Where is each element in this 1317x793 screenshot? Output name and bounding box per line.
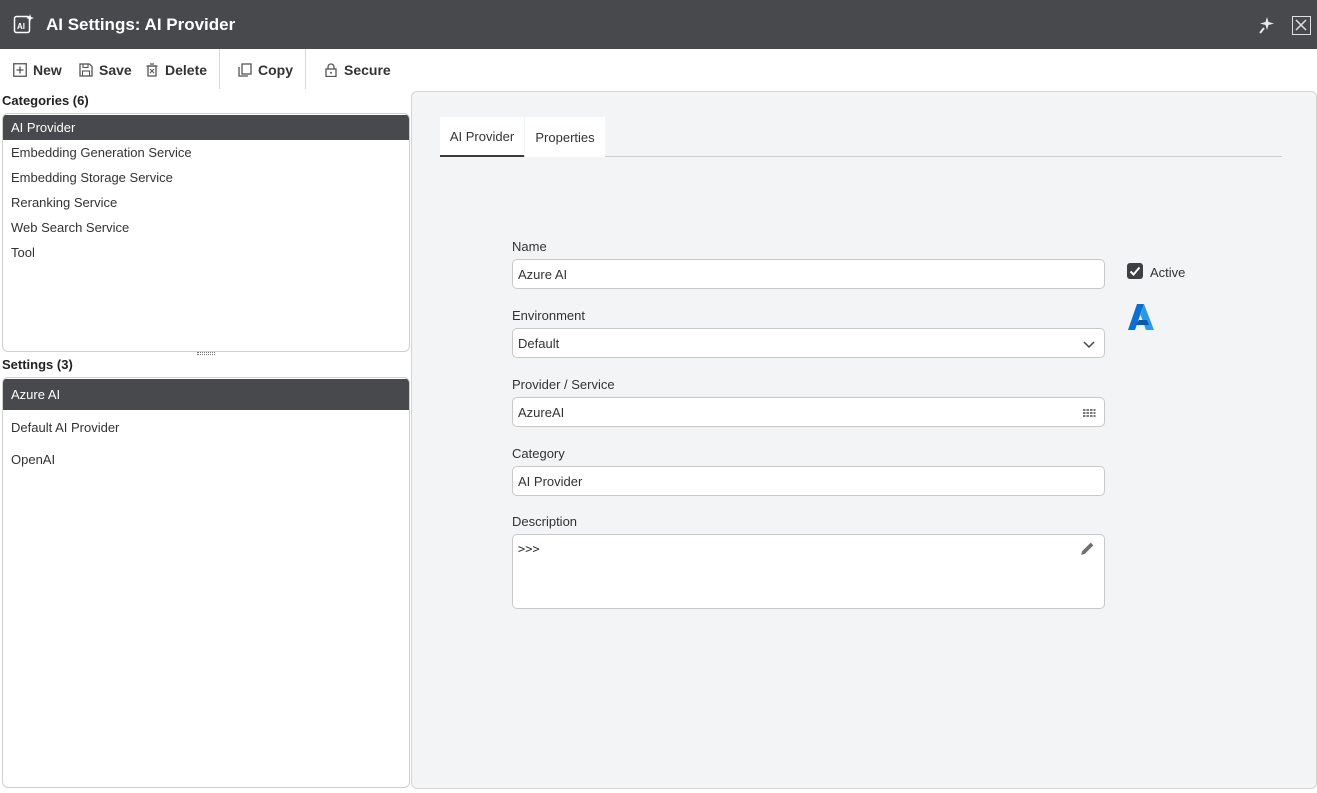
categories-list: AI Provider Embedding Generation Service… <box>2 113 410 352</box>
description-label: Description <box>512 514 578 529</box>
pencil-edit-icon[interactable] <box>1079 540 1096 557</box>
save-label: Save <box>99 62 132 78</box>
provider-input[interactable]: AzureAI <box>512 397 1105 427</box>
pin-sparkle-icon[interactable] <box>1256 15 1276 35</box>
grid-picker-icon[interactable] <box>1082 406 1096 420</box>
name-input[interactable]: Azure AI <box>512 259 1105 289</box>
new-button[interactable]: New <box>13 59 62 81</box>
environment-select[interactable]: Default <box>512 328 1105 358</box>
category-item-web-search[interactable]: Web Search Service <box>3 215 409 240</box>
provider-label: Provider / Service <box>512 377 615 392</box>
category-item-reranking[interactable]: Reranking Service <box>3 190 409 215</box>
provider-value: AzureAI <box>518 404 565 420</box>
plus-square-icon <box>13 63 27 77</box>
category-item-embedding-generation[interactable]: Embedding Generation Service <box>3 140 409 165</box>
setting-item-openai[interactable]: OpenAI <box>3 443 409 475</box>
tab-properties[interactable]: Properties <box>525 117 605 157</box>
active-label: Active <box>1150 265 1186 280</box>
details-panel: AI Provider Properties Name Azure AI Act… <box>411 91 1317 789</box>
azure-logo-icon <box>1128 304 1154 330</box>
close-icon <box>1295 19 1307 31</box>
lock-icon <box>325 63 337 77</box>
panel-splitter-handle[interactable] <box>197 352 215 355</box>
description-value: >>> <box>518 542 540 556</box>
secure-label: Secure <box>344 62 391 78</box>
category-value: AI Provider <box>518 473 583 489</box>
svg-text:AI: AI <box>17 22 25 31</box>
delete-label: Delete <box>165 62 208 78</box>
toolbar-separator <box>305 49 306 89</box>
delete-button[interactable]: Delete <box>145 59 207 81</box>
copy-label: Copy <box>258 62 293 78</box>
ai-settings-icon: AI <box>13 14 34 34</box>
category-item-ai-provider[interactable]: AI Provider <box>3 115 409 140</box>
setting-item-default-ai-provider[interactable]: Default AI Provider <box>3 411 409 443</box>
settings-header: Settings (3) <box>2 357 73 372</box>
settings-list: Azure AI Default AI Provider OpenAI <box>2 377 410 788</box>
toolbar: New Save Delete Copy Secure <box>0 49 1317 91</box>
chevron-down-icon <box>1083 341 1095 349</box>
close-button[interactable] <box>1292 16 1311 35</box>
name-value: Azure AI <box>518 266 568 282</box>
category-input[interactable]: AI Provider <box>512 466 1105 496</box>
title-bar: AI AI Settings: AI Provider <box>0 0 1317 49</box>
description-textarea[interactable]: >>> <box>512 534 1105 609</box>
category-item-embedding-storage[interactable]: Embedding Storage Service <box>3 165 409 190</box>
environment-label: Environment <box>512 308 585 323</box>
environment-value: Default <box>518 335 560 351</box>
setting-item-azure-ai[interactable]: Azure AI <box>3 379 409 410</box>
tab-ai-provider[interactable]: AI Provider <box>440 117 524 157</box>
categories-header: Categories (6) <box>2 93 89 108</box>
toolbar-separator <box>219 49 220 89</box>
new-label: New <box>33 62 62 78</box>
save-icon <box>79 63 93 77</box>
window-title: AI Settings: AI Provider <box>46 15 236 34</box>
checkmark-icon <box>1129 266 1141 276</box>
active-checkbox[interactable] <box>1127 263 1143 279</box>
delete-icon <box>146 63 158 77</box>
copy-button[interactable]: Copy <box>238 59 293 81</box>
name-label: Name <box>512 239 547 254</box>
secure-button[interactable]: Secure <box>324 59 391 81</box>
save-button[interactable]: Save <box>79 59 132 81</box>
copy-icon <box>238 63 252 77</box>
category-label: Category <box>512 446 565 461</box>
category-item-tool[interactable]: Tool <box>3 240 409 265</box>
